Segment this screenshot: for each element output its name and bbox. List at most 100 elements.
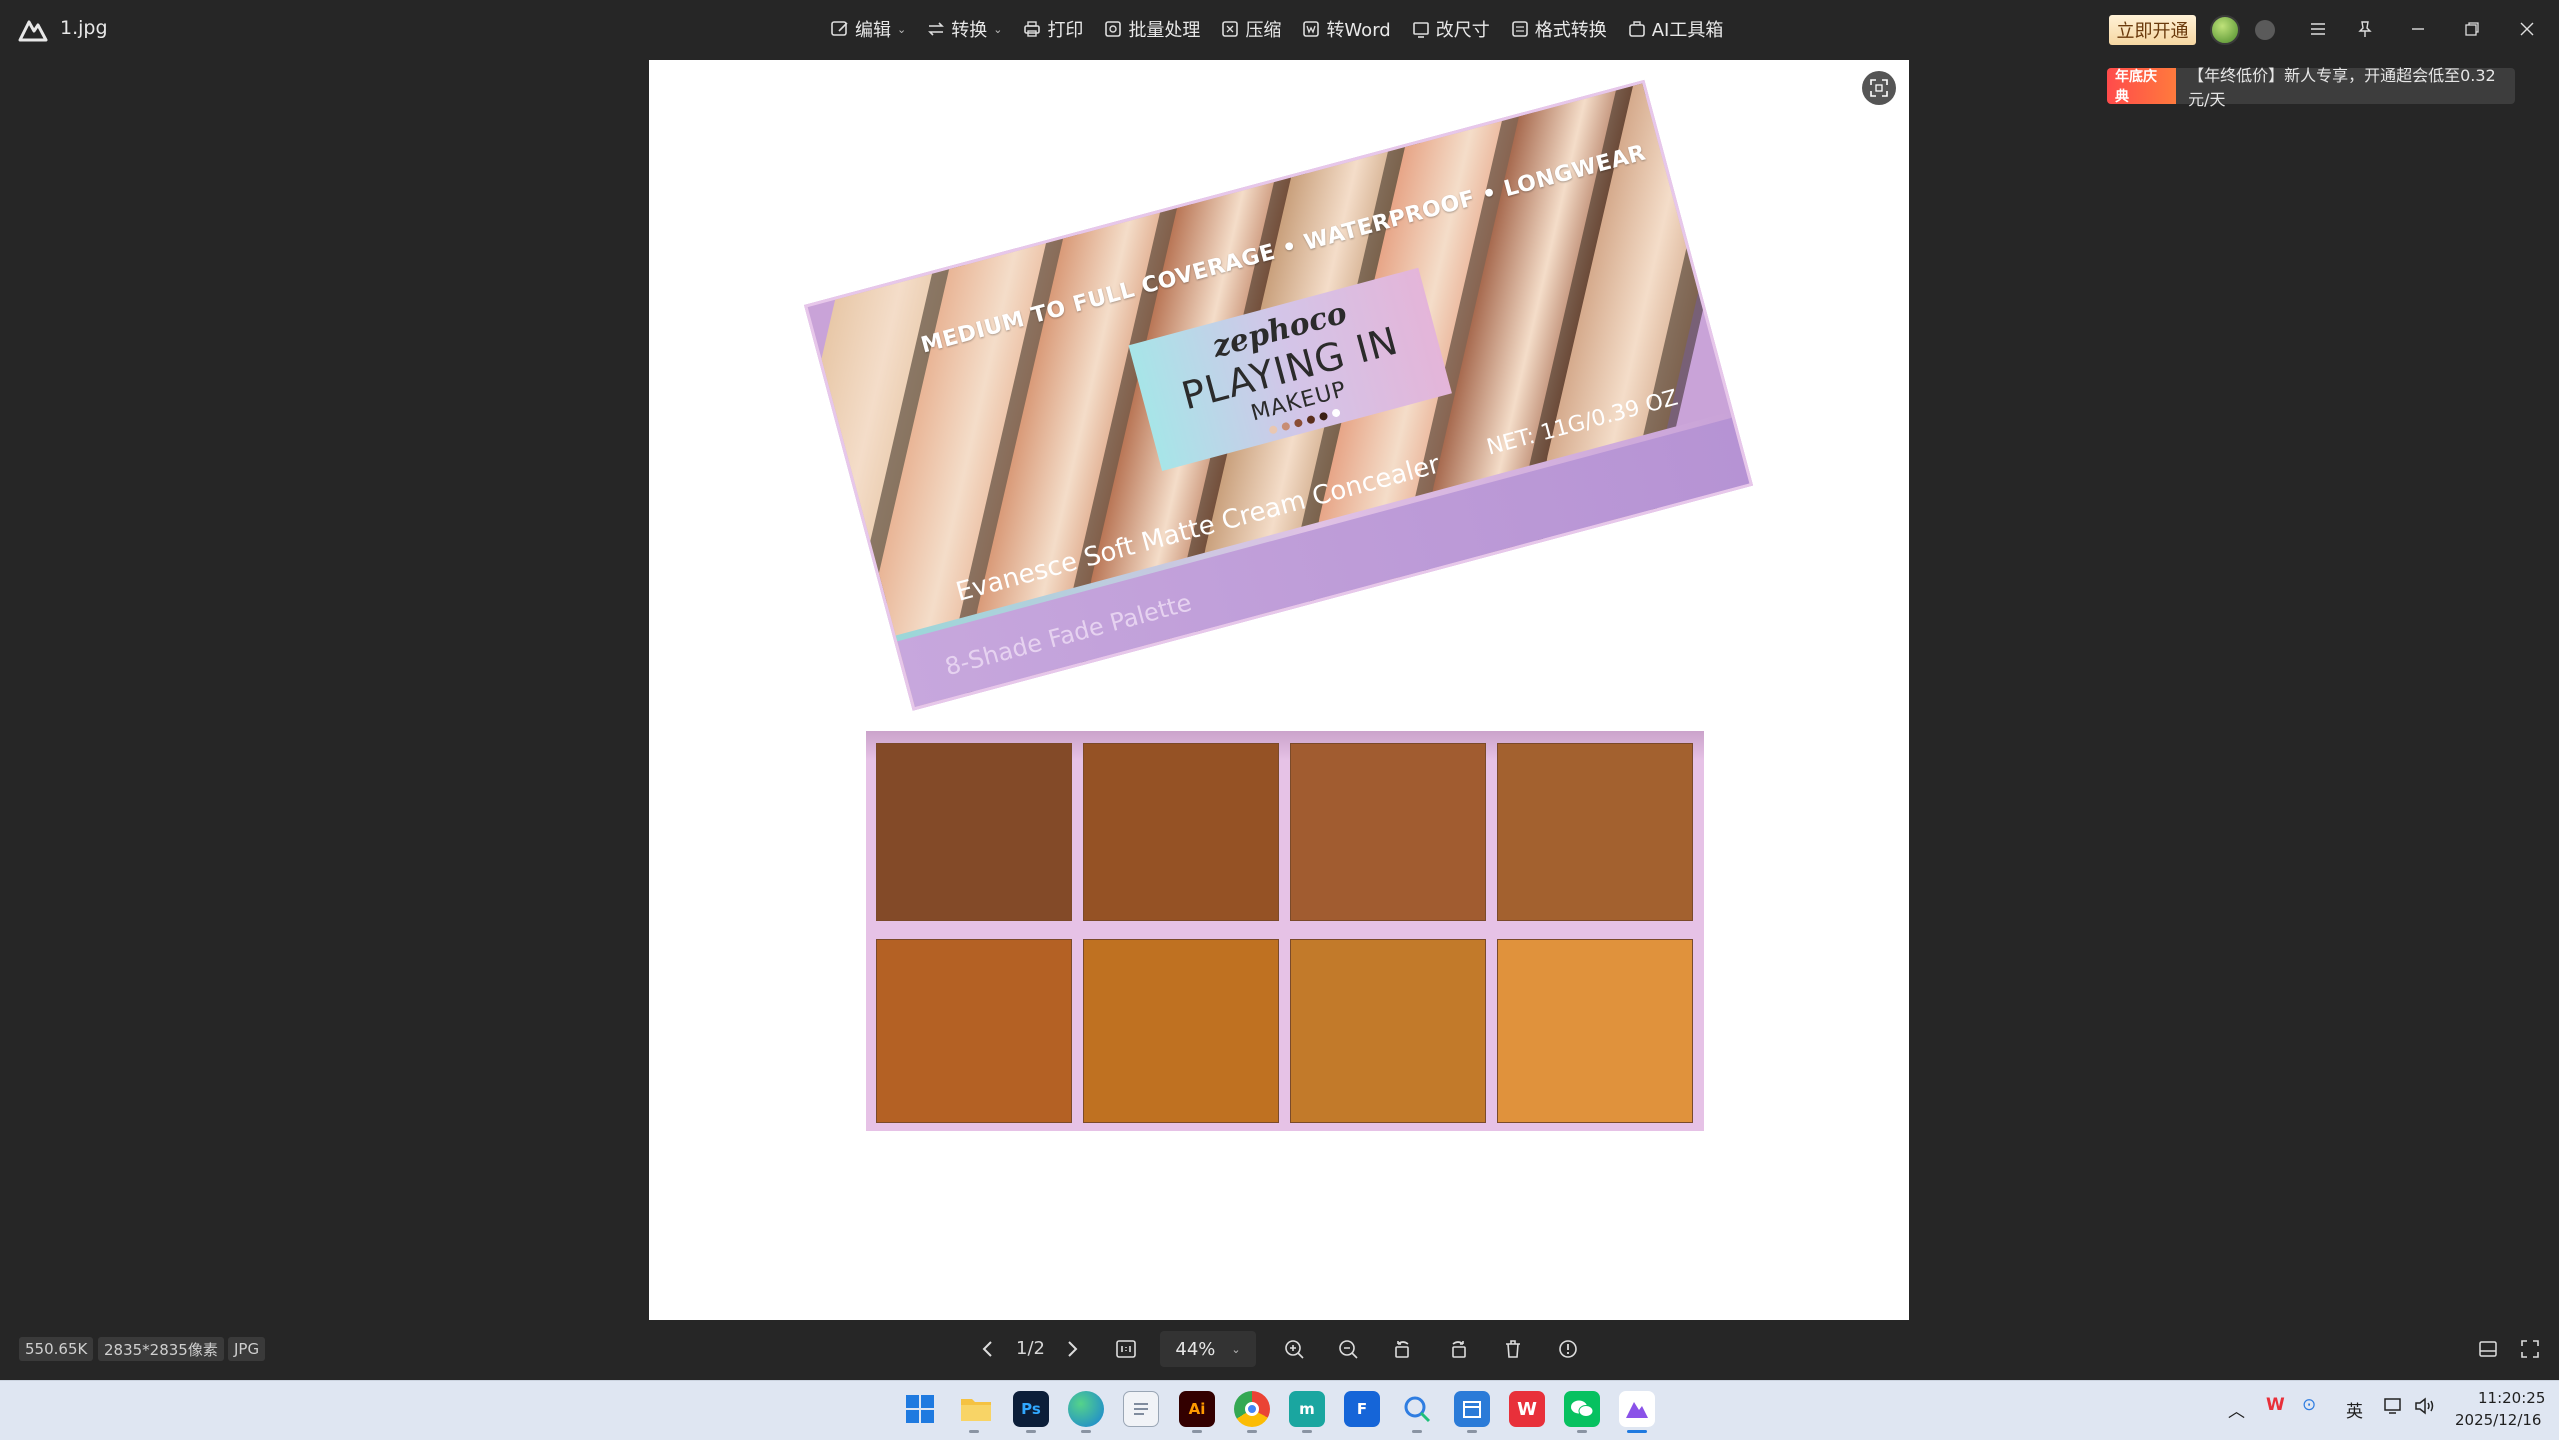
edge-icon[interactable] (1068, 1391, 1104, 1427)
chrome-icon[interactable] (1234, 1391, 1270, 1427)
brand-dot (1305, 414, 1316, 425)
palette-tray (866, 731, 1704, 1131)
compress-button[interactable]: 压缩 (1212, 10, 1289, 48)
ai-toolbox-button[interactable]: AI工具箱 (1619, 10, 1732, 48)
wps-icon[interactable]: W (1509, 1391, 1545, 1427)
chevron-down-icon: ⌄ (993, 22, 1003, 36)
page-indicator: 1/2 (1016, 1338, 1045, 1359)
chevron-down-icon: ⌄ (1231, 1342, 1241, 1356)
network-icon[interactable] (2383, 1396, 2405, 1421)
next-button[interactable] (1056, 1333, 1088, 1365)
minimize-button[interactable] (2403, 14, 2433, 44)
pin-icon (2358, 21, 2372, 37)
wps-tray-icon[interactable]: W (2266, 1395, 2285, 1415)
close-button[interactable] (2512, 14, 2542, 44)
illustrator-icon[interactable]: Ai (1179, 1391, 1215, 1427)
product-card: MEDIUM TO FULL COVERAGE • WATERPROOF • L… (804, 79, 1754, 711)
shade-pan (1290, 939, 1486, 1123)
zoom-in-button[interactable] (1278, 1333, 1310, 1365)
file-explorer-icon[interactable] (958, 1391, 994, 1427)
batch-icon (1105, 21, 1122, 37)
brand-dot (1293, 418, 1303, 429)
compress-icon (1222, 21, 1239, 37)
format-convert-button[interactable]: 格式转换 (1502, 10, 1615, 48)
avatar[interactable] (2210, 15, 2240, 45)
thumbnail-strip-icon (2479, 1341, 2497, 1357)
hamburger-menu-icon (2311, 23, 2325, 35)
search-tray-icon[interactable]: ⊙ (2302, 1395, 2316, 1415)
dimensions-chip: 2835*2835像素 (98, 1337, 224, 1361)
restore-button[interactable] (2457, 14, 2487, 44)
actual-size-button[interactable] (1110, 1333, 1142, 1365)
app-search-icon[interactable] (1399, 1391, 1435, 1427)
show-hidden-icons-icon[interactable]: ︿ (2228, 1397, 2245, 1422)
app-calendar-icon[interactable] (1454, 1391, 1490, 1427)
menu-button[interactable] (2303, 14, 2333, 44)
app-logo-icon (18, 20, 48, 42)
shade-pan (1497, 939, 1693, 1123)
previous-button[interactable] (972, 1333, 1004, 1365)
to-word-button[interactable]: 转Word (1293, 10, 1398, 48)
promo-banner[interactable]: 年底庆典 【年终低价】新人专享，开通超会低至0.32元/天 (2107, 66, 2515, 109)
pin-button[interactable] (2350, 14, 2380, 44)
zoom-out-icon (1339, 1340, 1358, 1359)
file-size-chip: 550.65K (19, 1337, 94, 1361)
notepad-icon[interactable] (1123, 1391, 1159, 1427)
image-canvas[interactable]: MEDIUM TO FULL COVERAGE • WATERPROOF • L… (649, 60, 1909, 1320)
rotate-left-button[interactable] (1387, 1333, 1419, 1365)
shade-pan (1083, 939, 1279, 1123)
scan-frame-icon (1870, 79, 1888, 97)
print-icon (1024, 21, 1041, 37)
fit-to-screen-button[interactable] (1862, 71, 1896, 105)
image-viewer-app-icon[interactable] (1619, 1391, 1655, 1427)
edit-icon (831, 21, 848, 36)
clock-date[interactable]: 2025/12/16 (2455, 1411, 2541, 1429)
actual-size-icon (1116, 1340, 1136, 1358)
delete-button[interactable] (1497, 1333, 1529, 1365)
chevron-right-icon (1068, 1341, 1078, 1357)
print-button[interactable]: 打印 (1014, 10, 1091, 48)
batch-process-button[interactable]: 批量处理 (1095, 10, 1208, 48)
rotate-right-icon (1452, 1341, 1466, 1358)
vip-badge-icon[interactable] (2255, 20, 2275, 40)
taskbar (0, 1380, 2559, 1440)
shade-pan (1290, 743, 1486, 921)
ime-indicator[interactable]: 英 (2346, 1397, 2363, 1422)
rotate-right-button[interactable] (1442, 1333, 1474, 1365)
close-icon (2520, 22, 2534, 36)
zoom-value: 44% (1175, 1338, 1216, 1360)
promo-tag: 年底庆典 (2107, 68, 2177, 105)
edit-button[interactable]: 编辑 ⌄ (822, 10, 914, 48)
main-toolbar: 编辑 ⌄ 转换 ⌄ 打印 批量处理 压缩 转Word 改尺寸 格式转换 AI工具… (822, 10, 1731, 48)
zoom-out-button[interactable] (1332, 1333, 1364, 1365)
promo-text: 【年终低价】新人专享，开通超会低至0.32元/天 (2188, 66, 2496, 109)
zoom-select[interactable]: 44% ⌄ (1160, 1331, 1256, 1367)
photoshop-icon[interactable]: Ps (1013, 1391, 1049, 1427)
brand-dot (1267, 425, 1278, 435)
fullscreen-button[interactable] (2514, 1333, 2546, 1365)
info-icon (1559, 1340, 1577, 1358)
format-chip: JPG (228, 1337, 266, 1361)
volume-icon[interactable] (2414, 1396, 2436, 1421)
start-icon[interactable] (902, 1391, 938, 1427)
app-f-icon[interactable]: F (1344, 1391, 1380, 1427)
zoom-in-icon (1285, 1340, 1304, 1359)
clock-time[interactable]: 11:20:25 (2478, 1389, 2545, 1407)
brand-dot (1280, 421, 1291, 432)
file-name: 1.jpg (60, 17, 108, 39)
resize-button[interactable]: 改尺寸 (1403, 10, 1498, 48)
app-m-icon[interactable]: m (1289, 1391, 1325, 1427)
brand-dot (1330, 408, 1341, 418)
wechat-icon[interactable] (1564, 1391, 1600, 1427)
info-button[interactable] (1552, 1333, 1584, 1365)
chevron-left-icon (982, 1341, 992, 1357)
convert-button[interactable]: 转换 ⌄ (918, 10, 1010, 48)
word-icon (1303, 21, 1320, 37)
format-icon (1511, 21, 1528, 37)
vip-open-button[interactable]: 立即开通 (2109, 15, 2196, 45)
fullscreen-icon (2521, 1340, 2539, 1358)
shade-pan (876, 939, 1072, 1123)
restore-icon (2465, 22, 2479, 36)
shade-pan (876, 743, 1072, 921)
thumbnail-toggle-button[interactable] (2472, 1333, 2504, 1365)
